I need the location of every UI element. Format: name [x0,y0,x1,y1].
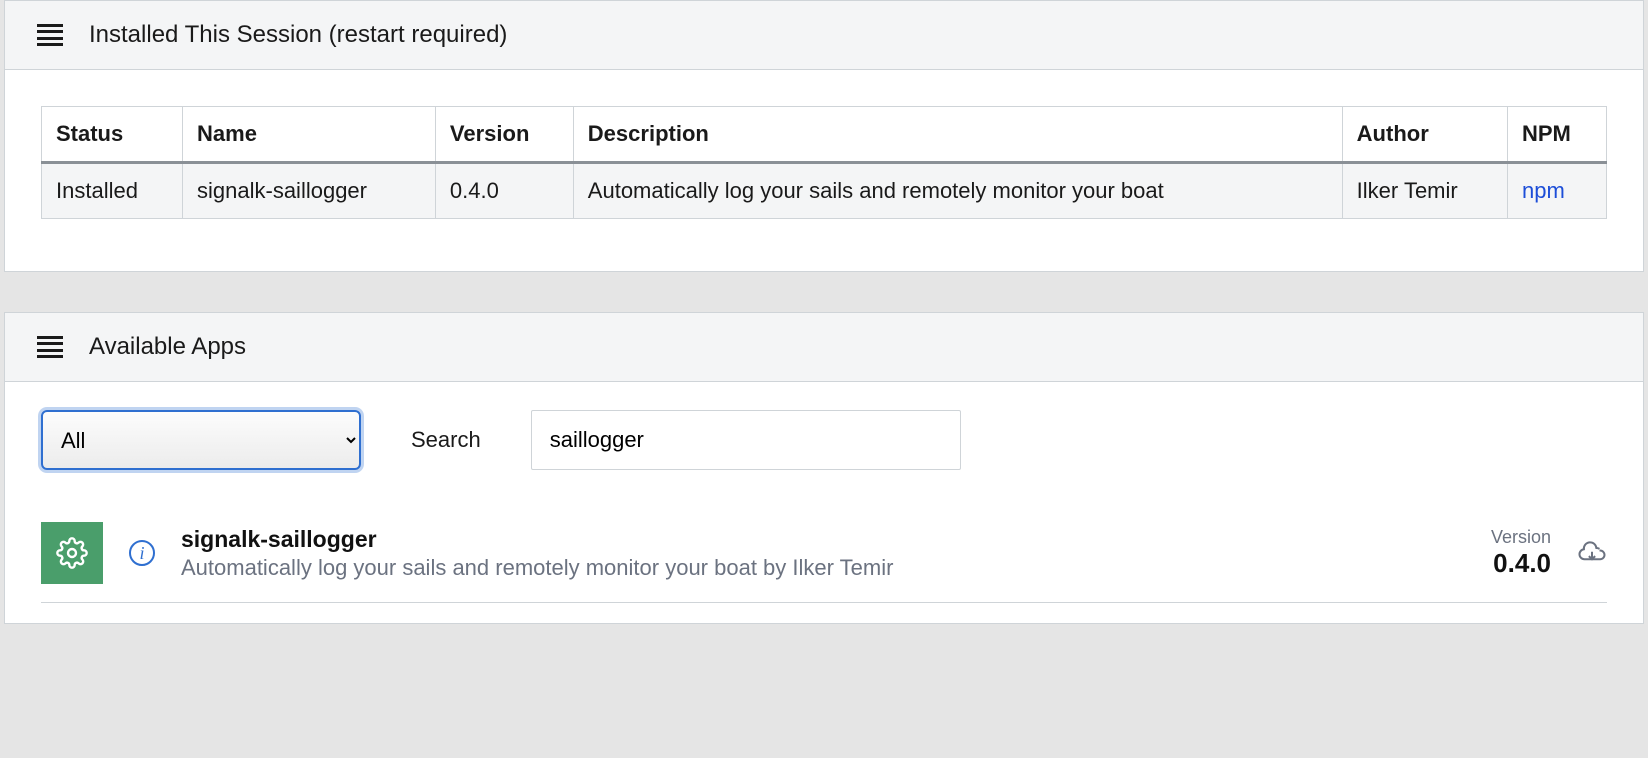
cell-author: Ilker Temir [1342,163,1507,219]
col-description: Description [573,107,1342,163]
gear-icon [56,537,88,569]
version-label: Version [1491,527,1551,548]
installed-table: Status Name Version Description Author N… [41,106,1607,219]
search-label: Search [411,427,481,453]
installed-panel-header: Installed This Session (restart required… [5,1,1643,70]
available-panel-title: Available Apps [89,333,246,361]
version-value: 0.4.0 [1491,548,1551,579]
available-panel-body: All Search i signalk-saillogger Automati… [5,382,1643,623]
app-badge [41,522,103,584]
available-panel-header: Available Apps [5,313,1643,382]
installed-panel: Installed This Session (restart required… [4,0,1644,272]
cell-npm: npm [1507,163,1606,219]
cell-name: signalk-saillogger [183,163,436,219]
app-row[interactable]: i signalk-saillogger Automatically log y… [41,510,1607,603]
filter-row: All Search [41,410,1607,510]
search-input[interactable] [531,410,961,470]
available-panel: Available Apps All Search i s [4,312,1644,624]
col-author: Author [1342,107,1507,163]
npm-link[interactable]: npm [1522,178,1565,203]
app-name: signalk-saillogger [181,526,1465,553]
cloud-download-icon[interactable] [1577,538,1607,568]
cell-version: 0.4.0 [435,163,573,219]
app-description: Automatically log your sails and remotel… [181,555,1465,581]
installed-panel-body: Status Name Version Description Author N… [5,70,1643,271]
col-name: Name [183,107,436,163]
filter-select[interactable]: All [41,410,361,470]
col-status: Status [42,107,183,163]
app-version: Version 0.4.0 [1491,527,1551,579]
installed-panel-title: Installed This Session (restart required… [89,21,507,49]
menu-icon[interactable] [37,24,63,46]
app-text: signalk-saillogger Automatically log you… [181,526,1465,581]
info-icon[interactable]: i [129,540,155,566]
col-npm: NPM [1507,107,1606,163]
menu-icon[interactable] [37,336,63,358]
table-row: Installed signalk-saillogger 0.4.0 Autom… [42,163,1607,219]
col-version: Version [435,107,573,163]
cell-status: Installed [42,163,183,219]
cell-description: Automatically log your sails and remotel… [573,163,1342,219]
